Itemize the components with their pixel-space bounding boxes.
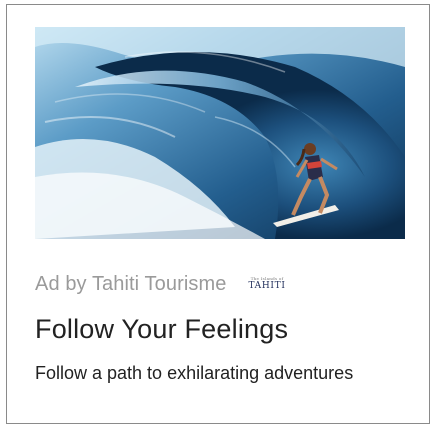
logo-wordmark: TAHITI — [248, 281, 286, 291]
ad-description: Follow a path to exhilarating adventures — [35, 363, 354, 383]
ad-card[interactable]: Ad by Tahiti Tourisme The Islands of TAH… — [6, 4, 430, 424]
ad-headline[interactable]: Follow Your Feelings — [35, 309, 288, 349]
tahiti-logo: The Islands of TAHITI — [248, 277, 285, 291]
ad-image-surfer[interactable] — [35, 27, 405, 239]
surfer-wave-illustration — [35, 27, 405, 239]
sponsor-label: Ad by Tahiti Tourisme — [35, 272, 227, 295]
sponsor-row: Ad by Tahiti Tourisme The Islands of TAH… — [35, 269, 286, 299]
